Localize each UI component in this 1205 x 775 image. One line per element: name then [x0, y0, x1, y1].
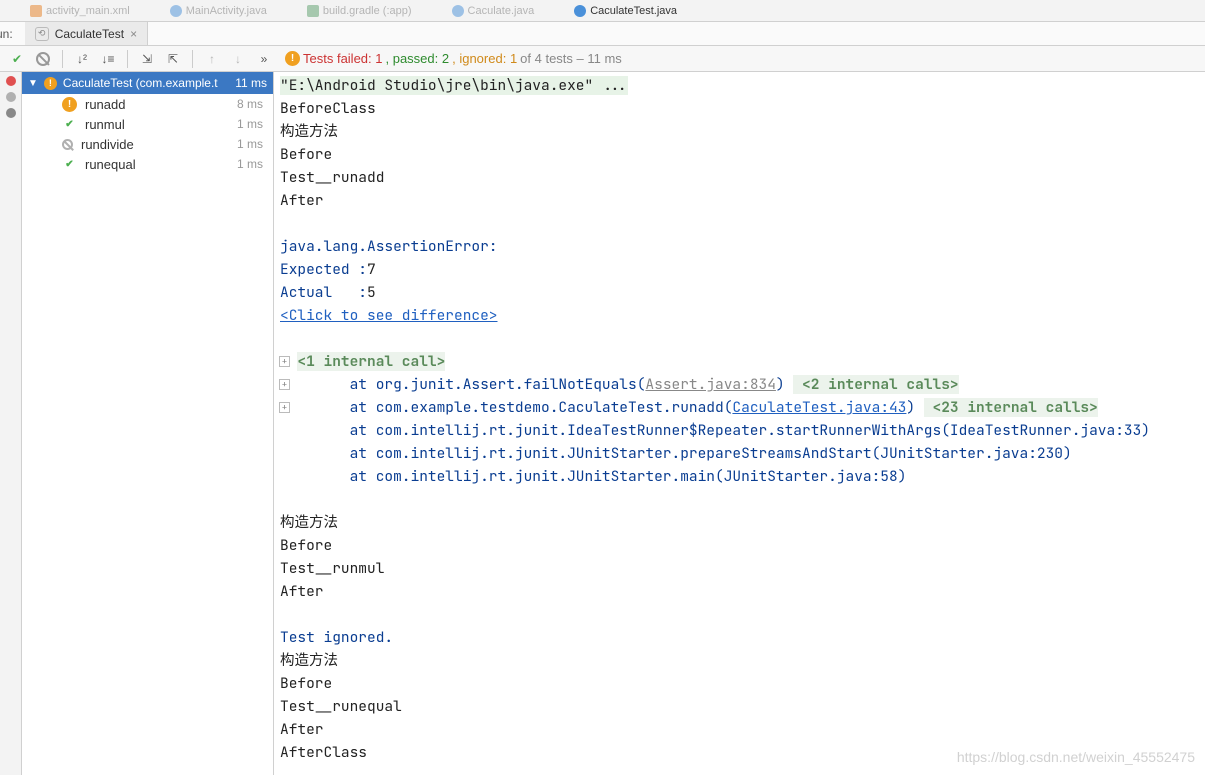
fold-icon[interactable]: + — [279, 356, 290, 367]
fold-region[interactable]: <1 internal call> — [297, 352, 445, 371]
close-icon[interactable]: × — [130, 27, 137, 41]
console-text: After — [280, 582, 324, 601]
console-text: Before — [280, 536, 332, 555]
test-config-icon: ⟲ — [35, 27, 49, 41]
show-passed-icon[interactable]: ✔ — [6, 48, 28, 70]
error-heading: java.lang.AssertionError: — [280, 237, 506, 256]
run-label: un: — [0, 27, 19, 41]
test-pass-icon — [62, 117, 77, 132]
test-item-label: rundivide — [81, 137, 134, 152]
test-toolbar: ✔ ↓² ↓≡ ⇲ ⇱ ↑ ↓ » ! Tests failed: 1 , pa… — [0, 46, 1205, 72]
tree-root-label: CaculateTest (com.example.test — [63, 76, 218, 90]
console-text: BeforeClass — [280, 99, 376, 118]
test-item-time: 8 ms — [237, 97, 269, 111]
tree-root-time: 11 ms — [235, 76, 267, 90]
stop-icon[interactable] — [6, 92, 16, 102]
watermark-text: https://blog.csdn.net/weixin_45552475 — [957, 746, 1195, 769]
test-status-line: ! Tests failed: 1 , passed: 2 , ignored:… — [279, 51, 622, 66]
editor-tab-activity-main[interactable]: activity_main.xml — [30, 5, 130, 17]
dot-icon[interactable] — [6, 108, 16, 118]
run-toolwindow-bar: un: ⟲ CaculateTest × — [0, 22, 1205, 46]
test-item-time: 1 ms — [237, 157, 269, 171]
show-ignored-icon[interactable] — [32, 48, 54, 70]
console-text: Test__runequal — [280, 697, 402, 716]
test-item-runadd[interactable]: ! runadd 8 ms — [22, 94, 273, 114]
test-ignored-text: Test ignored. — [280, 628, 393, 647]
stacktrace-line: at com.intellij.rt.junit.JUnitStarter.pr… — [280, 444, 1072, 463]
separator — [127, 50, 128, 68]
stacktrace-line: at com.example.testdemo.CaculateTest.run… — [280, 398, 915, 417]
run-tab-caculatetest[interactable]: ⟲ CaculateTest × — [25, 22, 148, 45]
test-console[interactable]: "E:\Android Studio\jre\bin\java.exe" ...… — [274, 72, 1205, 775]
test-item-rundivide[interactable]: rundivide 1 ms — [22, 134, 273, 154]
prev-failed-icon[interactable]: ↑ — [201, 48, 223, 70]
fold-region[interactable]: <2 internal calls> — [793, 375, 958, 394]
console-text: After — [280, 191, 324, 210]
source-link[interactable]: Assert.java:834 — [645, 375, 776, 394]
warning-icon: ! — [44, 77, 57, 90]
editor-tab-caculate[interactable]: Caculate.java — [452, 5, 535, 17]
test-item-runequal[interactable]: runequal 1 ms — [22, 154, 273, 174]
gradle-icon — [307, 5, 319, 17]
more-icon[interactable]: » — [253, 48, 275, 70]
console-text: Test__runadd — [280, 168, 384, 187]
run-tab-label: CaculateTest — [55, 27, 124, 41]
click-see-difference-link[interactable]: <Click to see difference> — [280, 306, 498, 325]
actual-value: 5 — [367, 283, 376, 302]
console-text: Before — [280, 674, 332, 693]
fold-icon[interactable]: + — [279, 402, 290, 413]
separator — [62, 50, 63, 68]
test-item-time: 1 ms — [237, 117, 269, 131]
console-text: Before — [280, 145, 332, 164]
run-gutter — [0, 72, 22, 775]
test-item-time: 1 ms — [237, 137, 269, 151]
editor-tab-caculatetest[interactable]: CaculateTest.java — [574, 5, 677, 17]
editor-tab-mainactivity[interactable]: MainActivity.java — [170, 5, 267, 17]
test-item-label: runadd — [85, 97, 125, 112]
warning-icon: ! — [285, 51, 300, 66]
rerun-icon[interactable] — [6, 76, 16, 86]
stacktrace-line: at com.intellij.rt.junit.IdeaTestRunner$… — [280, 421, 1150, 440]
chevron-down-icon: ▼ — [28, 78, 38, 89]
test-pass-icon — [62, 157, 77, 172]
test-item-runmul[interactable]: runmul 1 ms — [22, 114, 273, 134]
fold-region[interactable]: <23 internal calls> — [924, 398, 1098, 417]
fold-icon[interactable]: + — [279, 379, 290, 390]
console-text: After — [280, 720, 324, 739]
expected-value: 7 — [367, 260, 376, 279]
java-icon — [170, 5, 182, 17]
java-icon — [574, 5, 586, 17]
source-link[interactable]: CaculateTest.java:43 — [732, 398, 906, 417]
test-ignore-icon — [62, 139, 73, 150]
xml-icon — [30, 5, 42, 17]
collapse-all-icon[interactable]: ⇱ — [162, 48, 184, 70]
console-text: 构造方法 — [280, 122, 338, 141]
java-icon — [452, 5, 464, 17]
console-text: AfterClass — [280, 743, 367, 762]
stacktrace-line: at org.junit.Assert.failNotEquals(Assert… — [280, 375, 785, 394]
test-tree: ▼ ! CaculateTest (com.example.test 11 ms… — [22, 72, 274, 775]
console-text: Test__runmul — [280, 559, 384, 578]
separator — [192, 50, 193, 68]
next-failed-icon[interactable]: ↓ — [227, 48, 249, 70]
console-text: 构造方法 — [280, 651, 338, 670]
sort-alpha-icon[interactable]: ↓² — [71, 48, 93, 70]
test-item-label: runequal — [85, 157, 136, 172]
actual-label: Actual : — [280, 283, 367, 302]
command-line: "E:\Android Studio\jre\bin\java.exe" ... — [280, 76, 628, 95]
test-item-label: runmul — [85, 117, 125, 132]
editor-tab-bar: activity_main.xml MainActivity.java buil… — [0, 0, 1205, 22]
editor-tab-buildgradle[interactable]: build.gradle (:app) — [307, 5, 412, 17]
console-text: 构造方法 — [280, 513, 338, 532]
sort-duration-icon[interactable]: ↓≡ — [97, 48, 119, 70]
test-tree-root[interactable]: ▼ ! CaculateTest (com.example.test 11 ms — [22, 72, 273, 94]
test-fail-icon: ! — [62, 97, 77, 112]
expand-all-icon[interactable]: ⇲ — [136, 48, 158, 70]
stacktrace-line: at com.intellij.rt.junit.JUnitStarter.ma… — [280, 467, 906, 486]
expected-label: Expected : — [280, 260, 367, 279]
